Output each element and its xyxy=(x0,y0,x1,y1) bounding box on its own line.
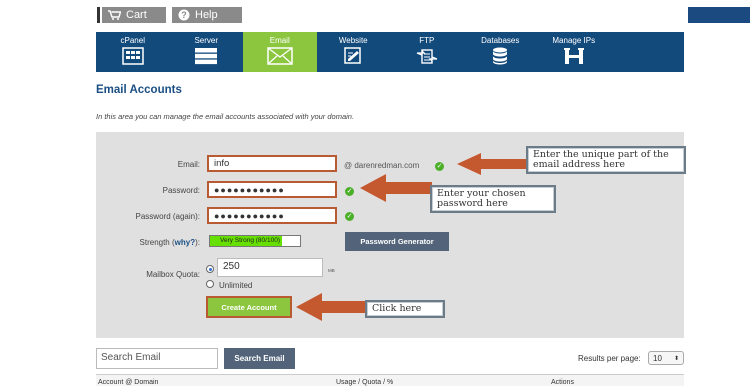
password-generator-button[interactable]: Password Generator xyxy=(345,232,449,251)
password-field[interactable]: ●●●●●●●●●●● xyxy=(207,181,337,198)
database-icon xyxy=(492,47,508,65)
top-bar-left-block xyxy=(0,7,96,23)
email-callout: Enter the unique part of the email addre… xyxy=(526,146,686,174)
website-icon xyxy=(343,47,363,65)
nav-label-ftp: FTP xyxy=(419,36,435,45)
nav-label-cpanel: cPanel xyxy=(120,36,145,45)
email-label: Email: xyxy=(177,160,200,169)
strength-label: Strength (why?): xyxy=(96,238,200,247)
quota-unlimited-radio[interactable] xyxy=(206,280,214,288)
nav-label-website: Website xyxy=(338,36,368,45)
help-label: Help xyxy=(195,9,218,21)
password-again-valid-check-icon: ✓ xyxy=(345,212,354,221)
page-intro: In this area you can manage the email ac… xyxy=(96,112,355,121)
strength-label-pre: Strength ( xyxy=(139,238,175,247)
nav-item-website[interactable]: Website xyxy=(317,32,391,72)
unlimited-label: Unlimited xyxy=(219,281,253,290)
svg-text:?: ? xyxy=(181,10,187,20)
nav-item-email[interactable]: Email xyxy=(243,32,317,72)
manage-ips-icon xyxy=(563,47,584,65)
email-valid-check-icon: ✓ xyxy=(435,162,444,171)
per-page-value: 10 xyxy=(653,353,662,363)
quota-limited-radio[interactable] xyxy=(206,265,214,273)
cpanel-icon xyxy=(122,47,144,65)
help-icon: ? xyxy=(178,9,190,21)
nav-label-email: Email xyxy=(269,36,290,45)
email-envelope-icon xyxy=(267,47,293,65)
password-valid-check-icon: ✓ xyxy=(345,187,354,196)
quota-unit: MB xyxy=(328,268,335,273)
strength-label-post: ): xyxy=(195,238,200,247)
password-again-label: Password (again): xyxy=(135,212,200,221)
col-actions: Actions xyxy=(551,379,574,386)
nav-item-server[interactable]: Server xyxy=(170,32,244,72)
password-label: Password: xyxy=(162,186,200,195)
ftp-icon xyxy=(416,47,438,65)
cart-button[interactable]: Cart xyxy=(102,7,166,23)
quota-input[interactable]: 250 xyxy=(217,258,323,277)
main-nav: cPanel Server Email Website FTP Database… xyxy=(96,32,684,72)
arrow-to-password-icon xyxy=(360,174,432,202)
select-arrows-icon: ⬍ xyxy=(673,355,679,362)
strength-meter: Very Strong (80/100) xyxy=(209,235,301,247)
email-field[interactable]: info xyxy=(207,155,337,172)
top-bar: Cart ? Help xyxy=(0,7,750,23)
arrow-to-create-icon xyxy=(296,293,366,321)
top-bar-right-block xyxy=(688,7,750,23)
nav-item-manage-ips[interactable]: Manage IPs xyxy=(537,32,611,72)
top-bar-separator xyxy=(97,7,100,23)
arrow-to-email-icon xyxy=(457,153,529,175)
password-again-field[interactable]: ●●●●●●●●●●● xyxy=(207,207,337,224)
nav-item-cpanel[interactable]: cPanel xyxy=(96,32,170,72)
strength-why-link[interactable]: why? xyxy=(175,238,195,247)
strength-meter-text: Very Strong (80/100) xyxy=(220,237,280,244)
mailbox-quota-label: Mailbox Quota: xyxy=(146,270,200,279)
create-callout: Click here xyxy=(365,300,445,318)
search-email-input[interactable]: Search Email xyxy=(96,348,218,369)
domain-text: @ darenredman.com xyxy=(344,161,420,170)
nav-label-server: Server xyxy=(194,36,219,45)
page-title: Email Accounts xyxy=(96,84,182,96)
search-email-button[interactable]: Search Email xyxy=(224,348,295,369)
create-account-button[interactable]: Create Account xyxy=(206,296,292,318)
col-account: Account @ Domain xyxy=(98,379,159,386)
nav-label-manage-ips: Manage IPs xyxy=(552,36,596,45)
nav-item-ftp[interactable]: FTP xyxy=(390,32,464,72)
col-usage: Usage / Quota / % xyxy=(336,379,394,386)
email-table-header: Account @ Domain Usage / Quota / % Actio… xyxy=(96,374,684,386)
results-per-page-label: Results per page: xyxy=(578,354,641,363)
results-per-page-select[interactable]: 10 ⬍ xyxy=(648,351,684,365)
nav-label-databases: Databases xyxy=(481,36,520,45)
cart-label: Cart xyxy=(126,9,147,21)
nav-item-databases[interactable]: Databases xyxy=(464,32,538,72)
cart-icon xyxy=(108,10,121,20)
password-callout: Enter your chosen password here xyxy=(430,185,556,213)
server-icon xyxy=(194,47,218,65)
help-button[interactable]: ? Help xyxy=(172,7,242,23)
